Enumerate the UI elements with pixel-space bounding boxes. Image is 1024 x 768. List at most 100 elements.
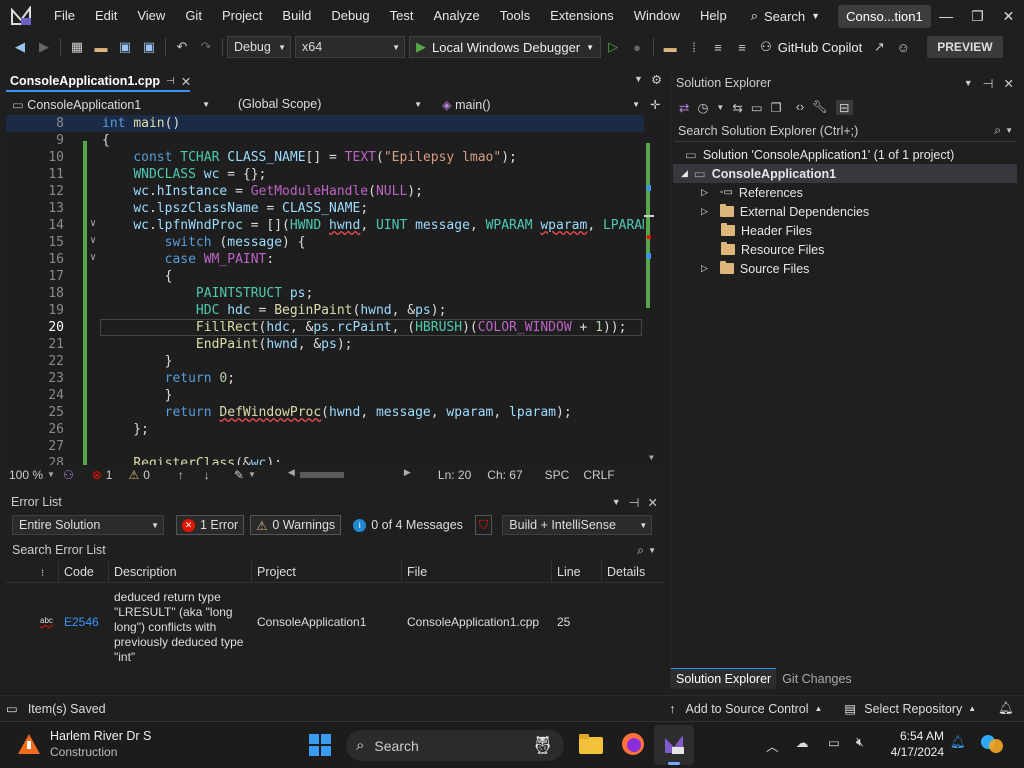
menu-test[interactable]: Test — [380, 0, 424, 32]
show-hidden-icons-chevron-icon[interactable]: ︿ — [766, 736, 779, 755]
menu-extensions[interactable]: Extensions — [540, 0, 624, 32]
close-tab-icon[interactable]: ✕ — [181, 74, 191, 89]
uncomment-icon[interactable]: ≡ — [731, 36, 753, 58]
add-to-source-control-button[interactable]: Add to Source Control — [686, 702, 809, 716]
member-select[interactable]: ◈ main() ▼ — [436, 95, 646, 113]
menu-project[interactable]: Project — [212, 0, 272, 32]
warnings-filter-button[interactable]: ⚠ 0 Warnings — [250, 515, 342, 535]
fold-collapse-icon[interactable]: ∨ — [90, 252, 96, 263]
search-solution-explorer-input[interactable]: Search Solution Explorer (Ctrl+;) — [678, 124, 858, 138]
menu-git[interactable]: Git — [175, 0, 212, 32]
error-circle-icon[interactable]: ⊗ — [92, 468, 102, 482]
tree-node-resource-files[interactable]: Resource Files — [721, 240, 824, 259]
column-code[interactable]: Code — [58, 560, 108, 583]
menu-debug[interactable]: Debug — [321, 0, 379, 32]
switch-views-icon[interactable]: ⇄ — [679, 100, 689, 115]
menu-edit[interactable]: Edit — [85, 0, 127, 32]
panel-dropdown-icon[interactable]: ▼ — [612, 497, 621, 507]
menu-build[interactable]: Build — [272, 0, 321, 32]
search-icon[interactable]: ⌕ — [994, 123, 1001, 138]
view-code-icon[interactable]: ‹› — [796, 100, 804, 114]
firefox-icon[interactable] — [621, 732, 645, 759]
horizontal-scrollbar[interactable]: ◀ ▶ — [288, 467, 412, 480]
open-folder-icon[interactable]: ▬ — [90, 36, 112, 58]
github-copilot-button[interactable]: ⚇ GitHub Copilot — [760, 39, 862, 55]
comment-icon[interactable]: ≡ — [707, 36, 729, 58]
menu-window[interactable]: Window — [624, 0, 690, 32]
notifications-bell-icon[interactable]: 🔔︎ — [998, 701, 1014, 716]
pending-changes-icon[interactable]: ◷ — [697, 100, 708, 115]
error-list-search[interactable]: Search Error List ⌕ ▼ — [6, 539, 664, 561]
tree-node-header-files[interactable]: Header Files — [721, 221, 812, 240]
column-description[interactable]: Description — [108, 560, 251, 583]
start-debugging-button[interactable]: ▶ Local Windows Debugger ▼ — [409, 36, 602, 58]
share-icon[interactable]: ↗ — [868, 36, 890, 58]
save-icon[interactable]: ▣ — [114, 36, 136, 58]
minimize-button[interactable]: — — [931, 0, 962, 32]
pin-icon[interactable]: ⊣ — [166, 76, 175, 87]
cursor-column[interactable]: Ch: 67 — [487, 468, 522, 482]
column-details[interactable]: Details — [601, 560, 661, 583]
menu-file[interactable]: File — [44, 0, 85, 32]
windows-start-icon[interactable] — [308, 733, 332, 760]
menu-tools[interactable]: Tools — [490, 0, 540, 32]
close-button[interactable]: ✕ — [993, 0, 1024, 32]
scroll-down-icon[interactable]: ▼ — [649, 453, 654, 462]
tab-console-application-cpp[interactable]: ConsoleApplication1.cpp ⊣ ✕ — [6, 72, 191, 92]
repository-icon[interactable]: ▤ — [844, 701, 856, 716]
tree-node-source-files[interactable]: ▷ Source Files — [701, 259, 809, 278]
solution-name-badge[interactable]: Conso...tion1 — [838, 4, 931, 28]
code-editor[interactable]: 8 9 10 11 12 13 14 15 16 17 18 19 20 21 … — [6, 115, 664, 465]
tab-solution-explorer[interactable]: Solution Explorer — [671, 668, 777, 689]
weather-title[interactable]: Harlem River Dr S — [50, 729, 151, 743]
cleanup-brush-icon[interactable]: ✎ — [234, 468, 244, 482]
show-all-files-icon[interactable]: ❐ — [771, 100, 782, 115]
fold-collapse-icon[interactable]: ∨ — [90, 235, 96, 246]
search-icon[interactable]: ⌕ — [637, 543, 644, 558]
tree-node-references[interactable]: ▷ ◦▭ References — [701, 183, 803, 202]
error-scope-select[interactable]: Entire Solution ▼ — [12, 515, 164, 535]
split-editor-icon[interactable]: ✛ — [650, 97, 660, 112]
redo-icon[interactable]: ↷ — [195, 36, 217, 58]
line-ending-indicator[interactable]: CRLF — [583, 468, 614, 482]
notification-bell-icon[interactable]: 🔔︎ — [950, 735, 966, 750]
search-error-list-input[interactable]: Search Error List — [12, 543, 106, 557]
sync-icon[interactable]: ⇆ — [732, 100, 742, 115]
settings-gear-icon[interactable]: ⚙ — [651, 72, 662, 87]
pin-icon[interactable]: ⊣ — [629, 495, 640, 510]
editor-vertical-scrollbar[interactable] — [644, 115, 654, 457]
close-panel-icon[interactable]: ✕ — [1004, 76, 1014, 91]
project-node[interactable]: ◢ ▭ ConsoleApplication1 — [673, 164, 1017, 183]
folder-view-icon[interactable]: ▬ — [659, 36, 681, 58]
attach-icon[interactable]: ● — [626, 36, 648, 58]
column-line[interactable]: Line — [551, 560, 601, 583]
no-network-icon[interactable]: ☁︎ — [796, 735, 809, 750]
maximize-button[interactable]: ❐ — [962, 0, 993, 32]
tab-dropdown-icon[interactable]: ▼ — [634, 74, 643, 84]
column-project[interactable]: Project — [251, 560, 401, 583]
solution-configuration-select[interactable]: Debug ▼ — [227, 36, 291, 58]
source-control-up-icon[interactable]: ↑ — [669, 702, 675, 716]
properties-wrench-icon[interactable]: 🔧︎ — [812, 100, 828, 115]
fold-collapse-icon[interactable]: ∨ — [90, 218, 96, 229]
pin-icon[interactable]: ⊣ — [983, 76, 994, 91]
feedback-icon[interactable]: ☺ — [892, 36, 914, 58]
breakpoints-icon[interactable]: ⁞ — [683, 36, 705, 58]
menu-analyze[interactable]: Analyze — [423, 0, 489, 32]
errors-filter-button[interactable]: ✕ 1 Error — [176, 515, 245, 535]
display-icon[interactable]: ▭ — [828, 735, 840, 750]
solution-explorer-search[interactable]: Search Solution Explorer (Ctrl+;) ⌕ ▼ — [674, 120, 1017, 142]
undo-icon[interactable]: ↶ — [171, 36, 193, 58]
menu-help[interactable]: Help — [690, 0, 737, 32]
intellicode-icon[interactable]: ⚇ — [63, 468, 74, 482]
weather-construction-icon[interactable] — [16, 732, 42, 759]
clear-filter-button[interactable]: ⛉ — [474, 515, 493, 535]
solution-platform-select[interactable]: x64 ▼ — [295, 36, 405, 58]
visual-studio-taskbar-button[interactable] — [654, 725, 694, 765]
taskbar-search-box[interactable]: ⌕ Search 🦉︎ — [346, 730, 564, 761]
column-file[interactable]: File — [401, 560, 551, 583]
preview-selected-icon[interactable]: ⊟ — [836, 99, 853, 115]
cursor-line[interactable]: Ln: 20 — [438, 468, 471, 482]
spacing-indicator[interactable]: SPC — [545, 468, 570, 482]
select-repository-button[interactable]: Select Repository — [864, 702, 962, 716]
